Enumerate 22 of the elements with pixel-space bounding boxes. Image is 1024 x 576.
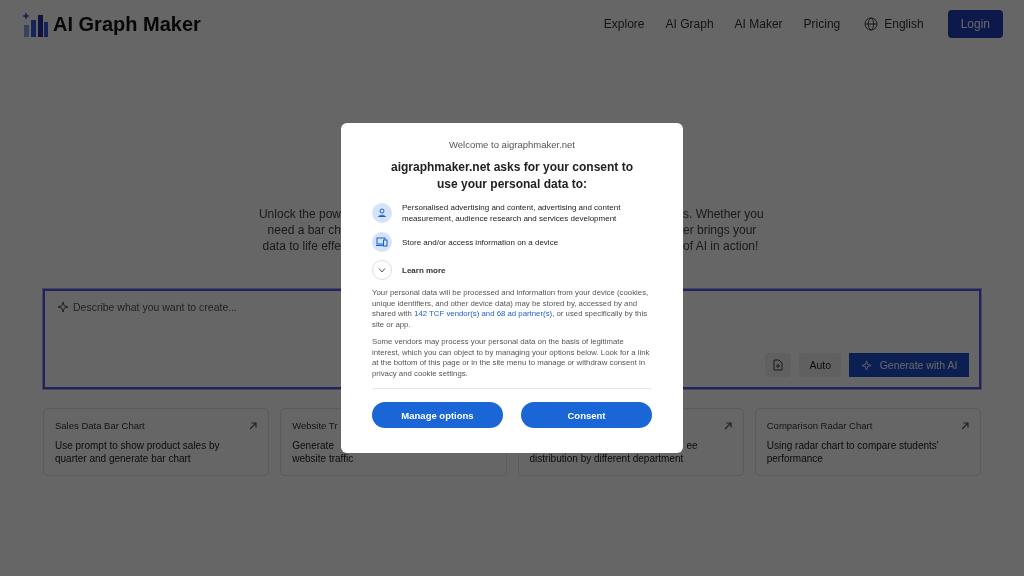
purpose-text: Store and/or access information on a device bbox=[402, 236, 559, 248]
card-description: distribution by different department bbox=[529, 452, 685, 465]
hero-text: Unlock the pow bbox=[257, 207, 341, 223]
hero-text: s. Whether you bbox=[683, 207, 765, 223]
card-description: website traffic bbox=[292, 452, 355, 465]
card-title: Comparison Radar Chart bbox=[766, 420, 873, 431]
dialog-title: aigraphmaker.net asks for your consent to use your personal data to: bbox=[389, 159, 635, 193]
purpose-text: Personalised advertising and content, advertising and content measurement, audience research and services development bbox=[402, 202, 622, 224]
card-description: quarter and generate bar chart bbox=[55, 452, 192, 465]
prompt-placeholder: Describe what you want to create... bbox=[73, 301, 237, 313]
hero-text: er brings your bbox=[683, 223, 758, 239]
card-description: Generate bbox=[292, 439, 335, 452]
hero-text: of AI in action! bbox=[683, 239, 760, 255]
card-description: performance bbox=[766, 452, 824, 465]
hero-text: need a bar ch bbox=[266, 223, 341, 239]
hero-text: data to life effe bbox=[261, 239, 341, 255]
card-description: Use prompt to show product sales by bbox=[55, 439, 221, 452]
card-description: ee bbox=[685, 439, 698, 452]
card-title: Website Tr bbox=[292, 420, 338, 431]
dialog-subtitle: Welcome to aigraphmaker.net bbox=[449, 139, 575, 150]
card-description: Using radar chart to compare students' bbox=[766, 439, 940, 452]
card-title: Sales Data Bar Chart bbox=[55, 420, 145, 431]
